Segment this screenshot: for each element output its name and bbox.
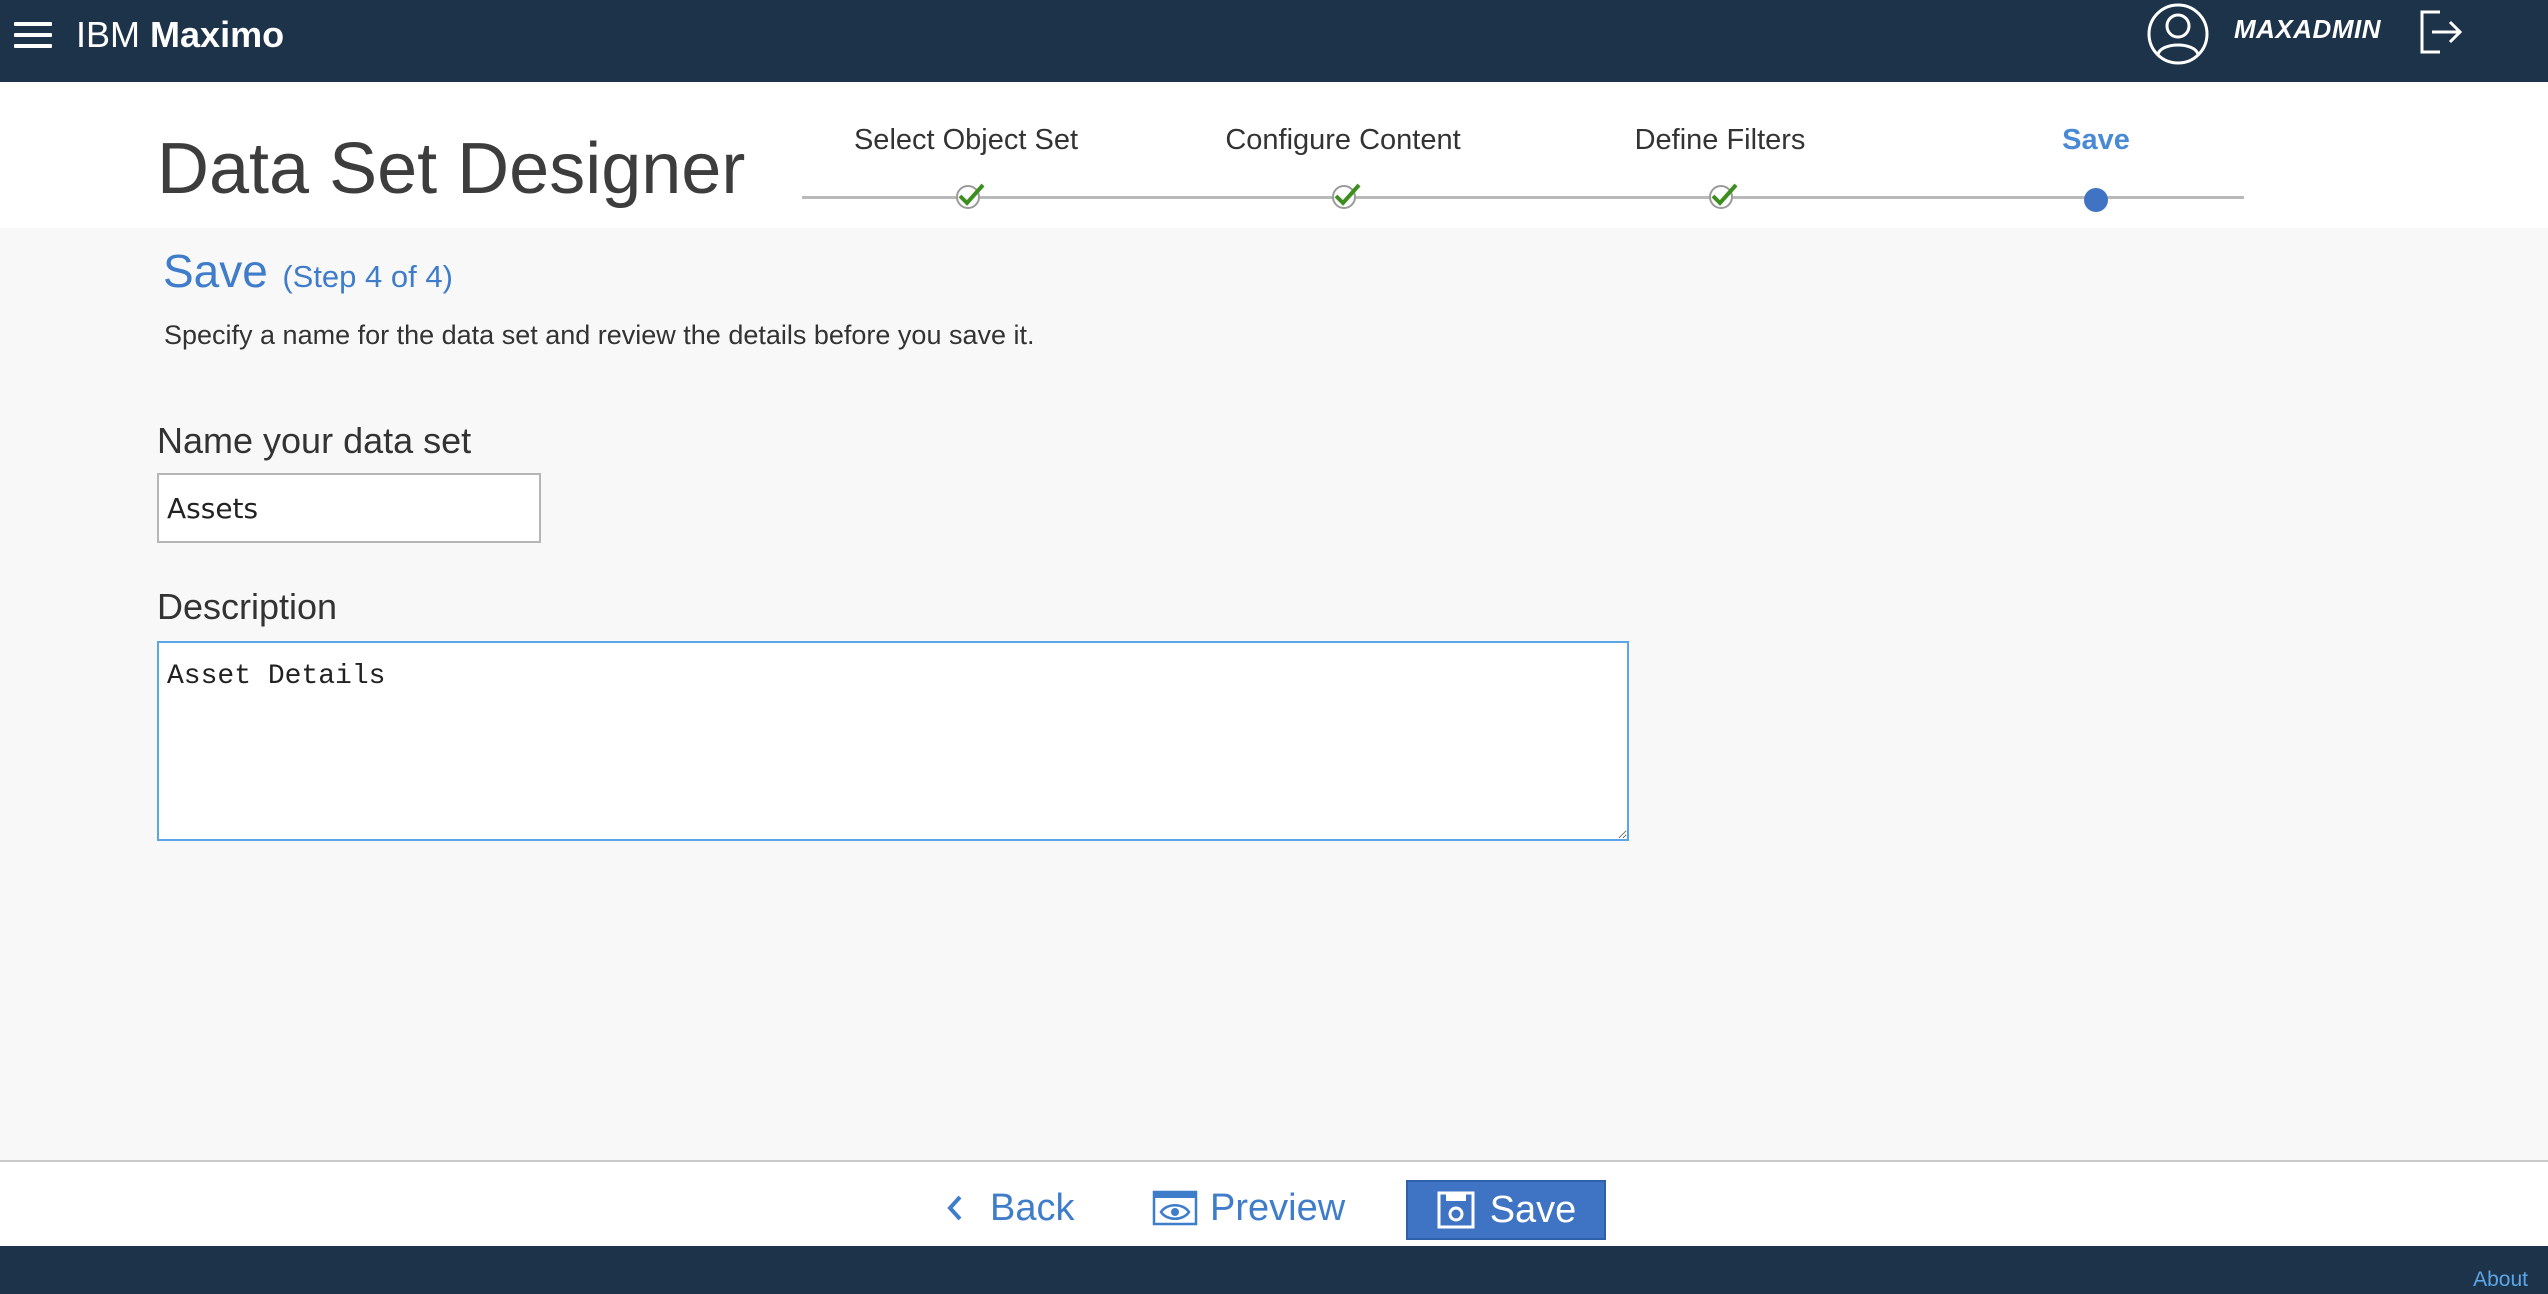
step-complete-check-icon	[1709, 183, 1738, 209]
step-save[interactable]: Save	[2062, 124, 2130, 157]
brand-name: Maximo	[150, 14, 285, 55]
action-bar: Back Preview Save	[0, 1160, 2548, 1246]
save-button[interactable]: Save	[1406, 1180, 1606, 1240]
step-configure-content[interactable]: Configure Content	[1225, 124, 1460, 157]
about-link[interactable]: About	[2473, 1268, 2528, 1292]
username[interactable]: MAXADMIN	[2234, 14, 2381, 45]
step-complete-check-icon	[1332, 183, 1361, 209]
page-title: Data Set Designer	[157, 129, 746, 209]
step-current-indicator	[2084, 188, 2108, 212]
description-label: Description	[157, 586, 338, 627]
preview-eye-icon	[1152, 1190, 1198, 1226]
wizard-stepper: Select Object Set Configure Content Defi…	[802, 82, 2244, 228]
preview-button-label: Preview	[1210, 1186, 1346, 1229]
hamburger-menu-icon[interactable]	[14, 22, 52, 48]
dataset-name-label: Name your data set	[157, 420, 472, 461]
step-heading: Save (Step 4 of 4)	[163, 244, 453, 298]
description-textarea[interactable]: Asset Details	[157, 641, 1629, 841]
title-band: Data Set Designer Select Object Set Conf…	[0, 82, 2548, 228]
step-counter: (Step 4 of 4)	[282, 259, 453, 294]
save-disk-icon	[1437, 1191, 1475, 1229]
app-brand[interactable]: IBM Maximo	[76, 14, 284, 56]
logout-icon[interactable]	[2418, 8, 2466, 56]
app-header: IBM Maximo MAXADMIN	[0, 0, 2548, 82]
chevron-left-icon	[947, 1195, 962, 1221]
step-complete-check-icon	[956, 183, 985, 209]
step-heading-title: Save	[163, 245, 268, 297]
dataset-name-input[interactable]	[157, 473, 541, 543]
step-select-object-set[interactable]: Select Object Set	[854, 124, 1078, 157]
step-instructions: Specify a name for the data set and revi…	[164, 320, 1035, 350]
preview-button[interactable]: Preview	[1152, 1184, 1345, 1232]
save-button-label: Save	[1489, 1188, 1577, 1231]
back-button-label: Back	[990, 1186, 1075, 1229]
stepper-track	[802, 196, 2244, 199]
back-button[interactable]: Back	[944, 1184, 1074, 1232]
brand-prefix: IBM	[76, 14, 141, 55]
app-footer: About	[0, 1246, 2548, 1294]
user-avatar-icon[interactable]	[2146, 2, 2210, 66]
step-define-filters[interactable]: Define Filters	[1635, 124, 1806, 157]
